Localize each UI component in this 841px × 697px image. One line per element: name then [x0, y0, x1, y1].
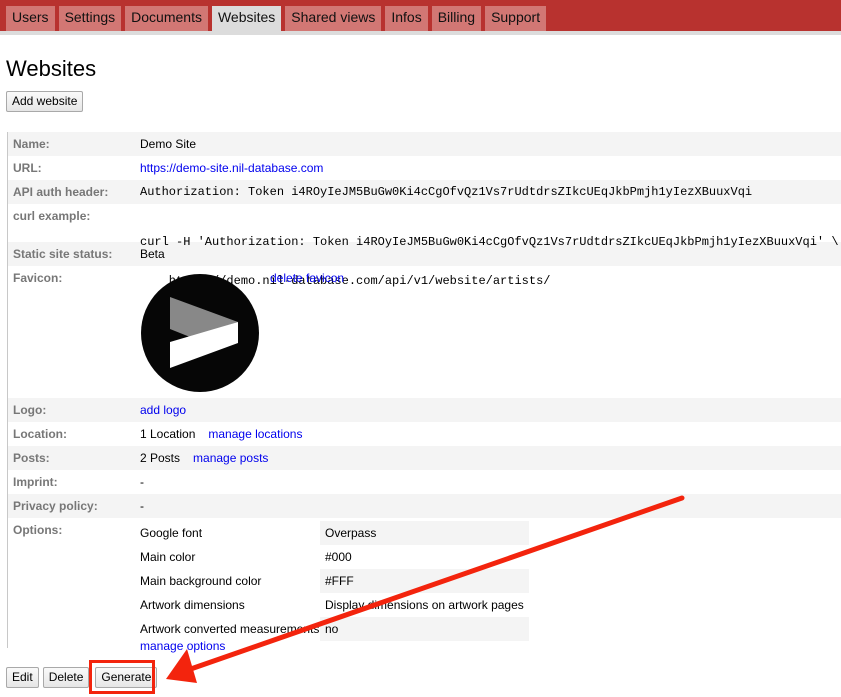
tab-websites[interactable]: Websites	[211, 6, 282, 35]
manage-locations-link[interactable]: manage locations	[208, 427, 302, 441]
api-header-label: API auth header:	[13, 185, 109, 199]
name-label: Name:	[13, 137, 50, 151]
option-row: Artwork dimensions Display dimensions on…	[140, 593, 529, 617]
option-value: #000	[325, 550, 352, 564]
tab-settings[interactable]: Settings	[58, 6, 122, 31]
row-imprint: Imprint: -	[8, 470, 841, 494]
page-title: Websites	[6, 56, 97, 81]
generate-button[interactable]: Generate	[95, 667, 158, 688]
tab-support[interactable]: Support	[485, 6, 547, 31]
name-value: Demo Site	[140, 137, 197, 151]
delete-button[interactable]: Delete	[42, 667, 90, 688]
posts-count: 2 Posts	[140, 451, 181, 465]
main-tabs: Users Settings Documents Websites Shared…	[6, 6, 547, 35]
options-table: Google font Overpass Main color #000 Mai…	[140, 521, 529, 641]
option-row: Main color #000	[140, 545, 529, 569]
option-key: Main background color	[140, 574, 262, 588]
option-value: #FFF	[320, 569, 529, 593]
tab-billing[interactable]: Billing	[431, 6, 482, 31]
option-row: Artwork converted measurements no	[140, 617, 529, 641]
tab-users[interactable]: Users	[6, 6, 55, 31]
row-static-status: Static site status: Beta	[8, 242, 841, 266]
imprint-value: -	[140, 475, 144, 489]
api-header-value: Authorization: Token i4ROyIeJM5BuGw0Ki4c…	[140, 185, 753, 199]
row-privacy: Privacy policy: -	[8, 494, 841, 518]
logo-label: Logo:	[13, 403, 47, 417]
website-detail-table: Name: Demo Site URL: https://demo-site.n…	[7, 132, 841, 653]
option-key: Google font	[140, 526, 203, 540]
options-label: Options:	[13, 523, 63, 537]
row-name: Name: Demo Site	[8, 132, 841, 156]
row-curl-example: curl example: curl -H 'Authorization: To…	[8, 204, 841, 288]
tab-infos[interactable]: Infos	[385, 6, 428, 31]
manage-posts-link[interactable]: manage posts	[193, 451, 268, 465]
row-options: Options: Google font Overpass Main color…	[8, 518, 841, 653]
delete-favicon-link[interactable]: delete favicon	[270, 271, 344, 285]
privacy-label: Privacy policy:	[13, 499, 98, 513]
option-row: Google font Overpass	[140, 521, 529, 545]
edit-button[interactable]: Edit	[6, 667, 39, 688]
option-key: Artwork converted measurements	[140, 622, 320, 636]
manage-options-link[interactable]: manage options	[140, 639, 841, 653]
option-value: no	[320, 617, 529, 641]
location-count: 1 Location	[140, 427, 196, 441]
option-key: Artwork dimensions	[140, 598, 245, 612]
tab-documents[interactable]: Documents	[125, 6, 208, 31]
url-label: URL:	[13, 161, 42, 175]
add-logo-link[interactable]: add logo	[140, 403, 186, 417]
row-favicon: Favicon: delete favicon	[8, 266, 841, 398]
option-value: Overpass	[320, 521, 529, 545]
option-row: Main background color #FFF	[140, 569, 529, 593]
tab-shared-views[interactable]: Shared views	[285, 6, 382, 31]
privacy-value: -	[140, 499, 144, 513]
row-posts: Posts: 2 Posts manage posts	[8, 446, 841, 470]
status-label: Static site status:	[13, 247, 113, 261]
option-key: Main color	[140, 550, 196, 564]
posts-label: Posts:	[13, 451, 50, 465]
row-api-header: API auth header: Authorization: Token i4…	[8, 180, 841, 204]
annotation-arrow-head	[166, 649, 197, 683]
favicon-image	[140, 273, 260, 393]
curl-label: curl example:	[13, 209, 91, 223]
option-value: Display dimensions on artwork pages	[325, 598, 524, 612]
row-logo: Logo: add logo	[8, 398, 841, 422]
imprint-label: Imprint:	[13, 475, 58, 489]
status-value: Beta	[140, 247, 165, 261]
row-location: Location: 1 Location manage locations	[8, 422, 841, 446]
url-link[interactable]: https://demo-site.nil-database.com	[140, 161, 323, 175]
row-url: URL: https://demo-site.nil-database.com	[8, 156, 841, 180]
favicon-label: Favicon:	[13, 271, 63, 285]
action-buttons: Edit Delete Generate	[6, 667, 158, 688]
add-website-button[interactable]: Add website	[6, 91, 84, 112]
location-label: Location:	[13, 427, 67, 441]
